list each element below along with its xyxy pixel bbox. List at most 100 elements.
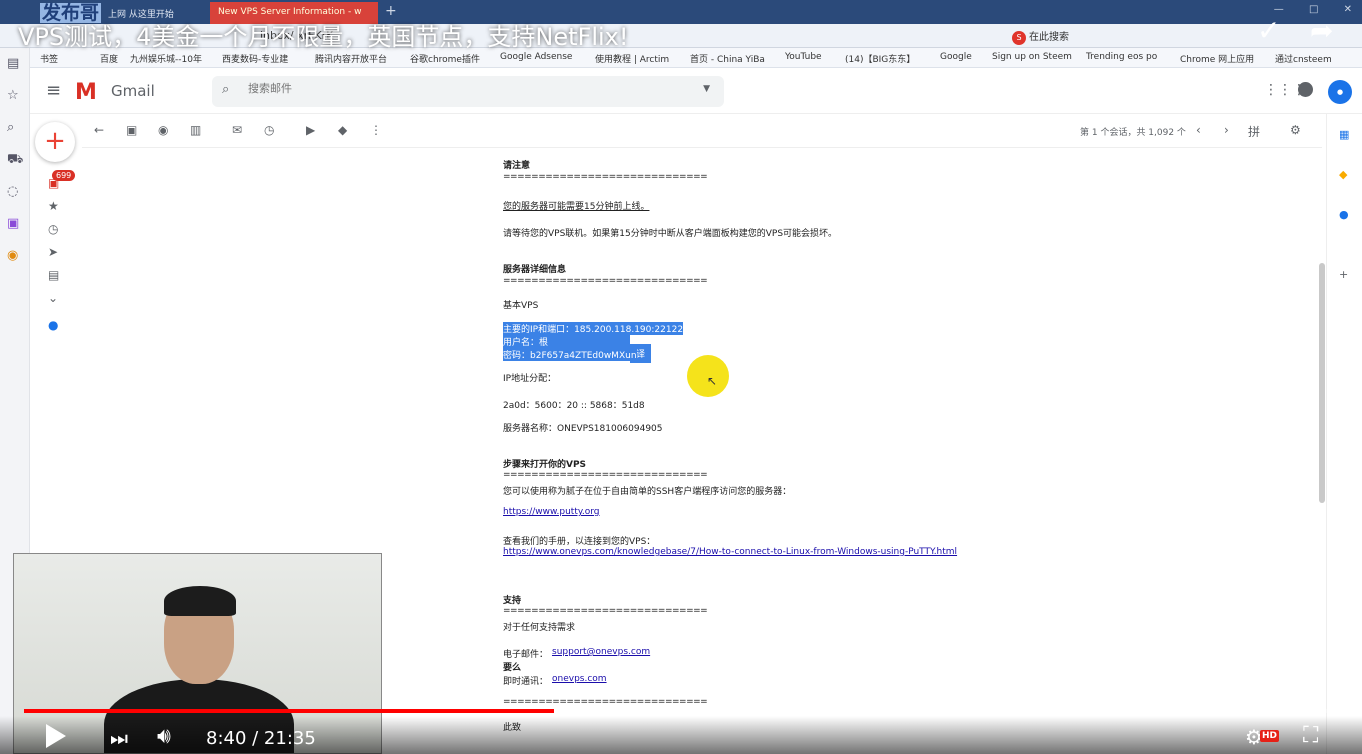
divider: ============================= <box>503 276 708 286</box>
avatar[interactable]: ● <box>1328 80 1352 104</box>
online-notice: 您的服务器可能需要15分钟前上线。 <box>503 202 650 212</box>
delete-icon[interactable]: ▥ <box>190 123 201 137</box>
im-link[interactable]: onevps.com <box>552 674 607 684</box>
or-text: 要么 <box>503 663 522 673</box>
keep-icon[interactable]: ◆ <box>1339 168 1347 181</box>
drafts-icon[interactable]: ▤ <box>48 268 59 282</box>
notes-icon[interactable]: ▤ <box>7 56 19 71</box>
report-spam-icon[interactable]: ◉ <box>158 123 168 137</box>
watch-later-icon[interactable]: ✓ <box>1257 14 1280 47</box>
search-icon[interactable]: ⌕ <box>7 120 14 135</box>
newer-icon[interactable]: ‹ <box>1196 123 1201 137</box>
username: 用户名：根 <box>503 335 630 348</box>
share-icon[interactable]: ➦ <box>1310 14 1333 47</box>
snoozed-icon[interactable]: ◷ <box>48 222 58 236</box>
menu-icon[interactable]: ≡ <box>46 80 61 101</box>
label-icon[interactable]: ◆ <box>338 123 347 137</box>
conversation-count: 第 1 个会话，共 1,092 个 <box>1080 128 1186 138</box>
bookmark-item[interactable]: 百度 <box>100 52 118 65</box>
notice-heading: 请注意 <box>503 161 531 171</box>
volume-icon[interactable]: 🔊︎ <box>157 724 171 749</box>
close-icon[interactable]: ✕ <box>1344 4 1352 15</box>
bookmark-item[interactable]: Chrome 网上应用 <box>1180 52 1254 65</box>
email-label: 电子邮件： <box>503 650 549 660</box>
manual-link[interactable]: https://www.onevps.com/knowledgebase/7/H… <box>503 547 957 557</box>
mouse-cursor-icon: ↖ <box>707 374 718 388</box>
hangouts-avatar-icon[interactable]: ● <box>48 318 58 332</box>
divider: ============================= <box>503 697 708 707</box>
video-title[interactable]: VPS测试，4美金一个月不限量，英国节点，支持NetFlix! <box>18 17 629 52</box>
bookmark-item[interactable]: Google <box>940 52 972 62</box>
search-input[interactable] <box>248 82 668 95</box>
chevron-down-icon[interactable]: ▼ <box>703 84 710 94</box>
bookmark-item[interactable]: 谷歌chrome插件 <box>410 52 480 65</box>
search-engine-icon: S <box>1012 31 1026 45</box>
older-icon[interactable]: › <box>1224 123 1229 137</box>
gmail-search[interactable]: ⌕ ▼ <box>212 76 724 107</box>
gmail-logo-text: Gmail <box>111 82 155 100</box>
hd-badge: HD <box>1260 730 1280 742</box>
bookmark-item[interactable]: 腾讯内容开放平台 <box>315 52 387 65</box>
sent-icon[interactable]: ➤ <box>48 245 58 259</box>
compose-button[interactable]: + <box>35 122 75 162</box>
gear-icon[interactable]: ⚙ <box>1290 123 1301 137</box>
bookmark-item[interactable]: 通过cnsteem <box>1275 52 1332 65</box>
played-bar <box>24 709 554 713</box>
calendar-icon[interactable]: ▦ <box>1339 128 1349 141</box>
snooze-icon[interactable]: ◷ <box>264 123 274 137</box>
bookmark-item[interactable]: 书签 <box>40 52 58 65</box>
star-icon[interactable]: ☆ <box>7 88 19 103</box>
email-link[interactable]: support@onevps.com <box>552 647 650 657</box>
starred-icon[interactable]: ★ <box>48 199 59 213</box>
divider: ============================= <box>503 606 708 616</box>
basic-vps: 基本VPS <box>503 301 539 311</box>
play-button[interactable] <box>46 724 66 748</box>
notifications-icon[interactable] <box>1298 82 1313 97</box>
bookmark-item[interactable]: (14)【BIG东东】 <box>845 52 915 65</box>
input-method-label[interactable]: 拼 <box>1248 123 1260 140</box>
ip-port: 主要的IP和端口：185.200.118.190:22122 <box>503 322 684 335</box>
weibo-icon[interactable]: ◉ <box>7 248 18 263</box>
gmail-logo-icon[interactable]: M <box>75 80 97 105</box>
bookmark-item[interactable]: YouTube <box>785 52 822 62</box>
password: 密码：b2F657a4ZTEd0wMXun <box>503 348 637 361</box>
chat-icon[interactable]: ◌ <box>7 184 18 199</box>
im-label: 即时通讯： <box>503 677 549 687</box>
inbox-count-badge: 699 <box>52 170 76 181</box>
wait-notice: 请等待您的VPS联机。如果第15分钟时中断从客户端面板构建您的VPS可能会损坏。 <box>503 229 838 239</box>
ip-allocation: IP地址分配： <box>503 374 557 384</box>
presenter-hair <box>164 586 236 616</box>
move-to-icon[interactable]: ▶ <box>306 123 315 137</box>
bookmark-item[interactable]: 使用教程 | Arctim <box>595 52 669 65</box>
divider: ============================= <box>503 470 708 480</box>
more-icon[interactable]: ⌄ <box>48 291 58 305</box>
server-name: 服务器名称：ONEVPS181006094905 <box>503 424 663 434</box>
search-icon[interactable]: ⌕ <box>222 82 229 97</box>
archive-icon[interactable]: ▣ <box>126 123 137 137</box>
bookmark-item[interactable]: Google Adsense <box>500 52 572 62</box>
side-panel: ▦ ◆ ● + <box>1326 114 1362 754</box>
buffered-bar <box>553 709 631 713</box>
browser-search-label: 在此搜索 <box>1029 32 1069 43</box>
bookmark-item[interactable]: 西麦数码-专业建 <box>222 52 288 65</box>
server-heading: 服务器详细信息 <box>503 265 567 275</box>
bookmark-item[interactable]: Trending eos po <box>1086 52 1157 62</box>
back-icon[interactable]: ← <box>94 123 104 137</box>
add-addon-icon[interactable]: + <box>1339 268 1348 281</box>
bookmark-item[interactable]: 首页 - China YiBa <box>690 52 765 65</box>
steps-heading: 步骤来打开你的VPS <box>503 460 587 470</box>
putty-link[interactable]: https://www.putty.org <box>503 507 600 517</box>
video-progress-bar[interactable] <box>24 709 1342 713</box>
exit-fullscreen-icon[interactable]: ⛶ <box>1303 723 1318 748</box>
tasks-icon[interactable]: ● <box>1339 208 1349 221</box>
next-icon[interactable]: ⏭ <box>110 726 128 750</box>
bookmark-item[interactable]: 九州娱乐城--10年 <box>130 52 202 65</box>
scrollbar[interactable] <box>1319 263 1325 503</box>
mark-unread-icon[interactable]: ✉ <box>232 123 242 137</box>
player-controls: ⏭ 🔊︎ 8:40 / 21:35 ⚙ HD ⛶ <box>0 716 1362 754</box>
more-vert-icon[interactable]: ⋮ <box>370 123 382 137</box>
bookmark-item[interactable]: Sign up on Steem <box>992 52 1072 62</box>
translate-icon[interactable]: ▣ <box>7 216 19 231</box>
browser-search-box[interactable]: S 在此搜索 <box>1012 28 1069 45</box>
cart-icon[interactable]: ⛟ <box>7 152 23 169</box>
